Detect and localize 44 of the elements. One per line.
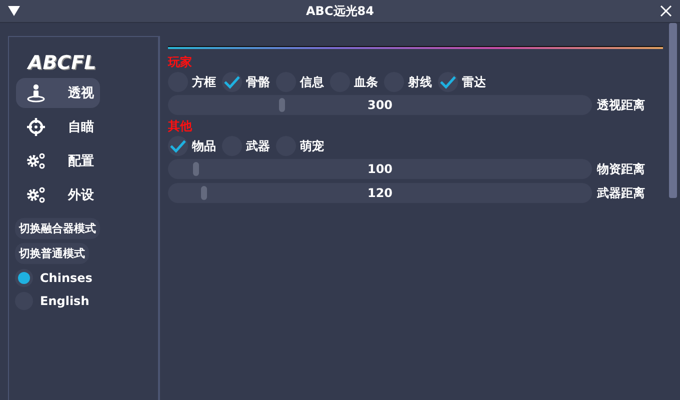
- slider-thumb[interactable]: [279, 98, 286, 112]
- checkbox[interactable]: [168, 136, 188, 156]
- scrollbar[interactable]: [669, 23, 677, 198]
- window-title: ABC远光84: [305, 2, 375, 20]
- crosshair-icon: [26, 117, 46, 137]
- checkbox-label: 武器: [246, 138, 270, 154]
- section-title: 其他: [168, 119, 193, 133]
- person-icon: [26, 83, 46, 103]
- slider-track[interactable]: 100: [168, 159, 592, 179]
- slider-label: 物资距离: [597, 160, 645, 178]
- sidebar-item[interactable]: 自瞄: [16, 112, 100, 142]
- gears-icon: [26, 151, 46, 171]
- logo: ABCFL: [28, 52, 96, 74]
- collapse-icon[interactable]: [8, 6, 20, 16]
- checkbox[interactable]: [438, 72, 458, 92]
- checkbox-label: 萌宠: [300, 138, 324, 154]
- slider-label: 透视距离: [597, 96, 645, 114]
- slider-value: 300: [367, 98, 393, 112]
- mode-button[interactable]: 切换普通模式: [15, 243, 89, 264]
- checkbox-label: 信息: [300, 74, 324, 90]
- mode-button[interactable]: 切换融合器模式: [15, 218, 100, 239]
- slider-track[interactable]: 120: [168, 183, 592, 203]
- close-icon[interactable]: [660, 5, 672, 17]
- checkbox-label: 血条: [354, 74, 378, 90]
- slider-track[interactable]: 300: [168, 95, 592, 115]
- slider-value: 120: [367, 186, 393, 200]
- gears-icon: [26, 185, 46, 205]
- checkbox-label: 骨骼: [246, 74, 270, 90]
- slider-thumb[interactable]: [192, 162, 199, 176]
- checkbox-label: 物品: [192, 138, 216, 154]
- checkbox-label: 雷达: [462, 74, 486, 90]
- section-title: 玩家: [168, 55, 193, 69]
- sidebar-item[interactable]: 配置: [16, 146, 100, 176]
- radio-button[interactable]: [15, 269, 33, 287]
- sidebar-item[interactable]: 透视: [16, 78, 100, 108]
- sidebar-item[interactable]: 外设: [16, 180, 100, 210]
- slider-thumb[interactable]: [201, 186, 208, 200]
- checkbox-label: 射线: [408, 74, 432, 90]
- radio-label: Chinses: [40, 271, 92, 285]
- checkbox[interactable]: [222, 72, 242, 92]
- slider-label: 武器距离: [597, 184, 645, 202]
- radio-label: English: [40, 294, 90, 308]
- checkbox-label: 方框: [192, 74, 216, 90]
- slider-value: 100: [367, 162, 393, 176]
